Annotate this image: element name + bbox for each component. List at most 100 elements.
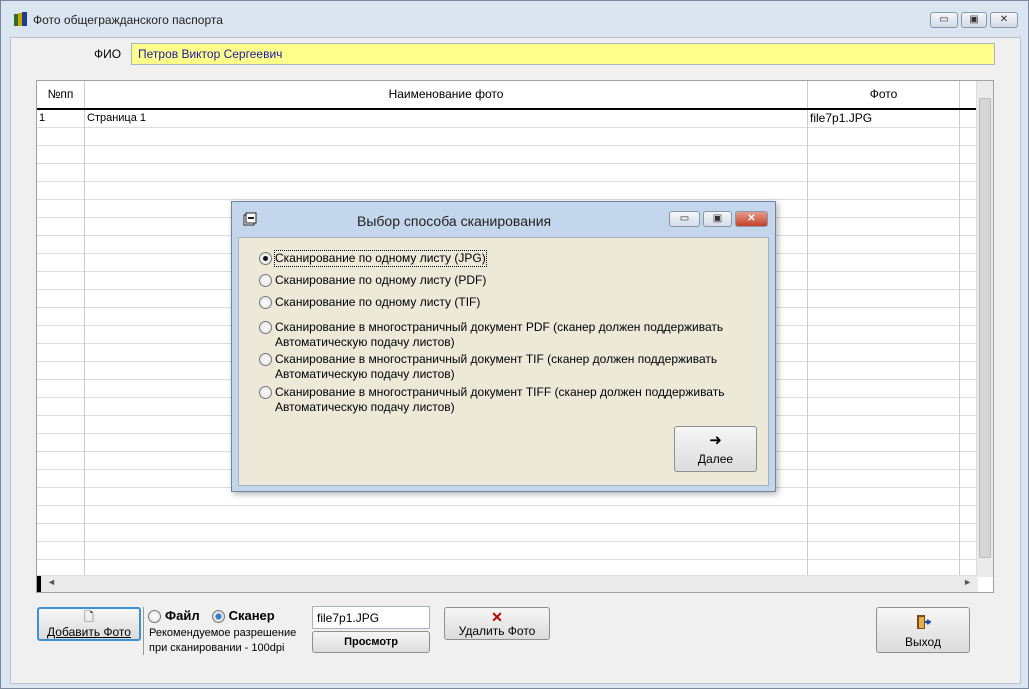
cell-num[interactable] [37,416,85,434]
cell-num[interactable] [37,542,85,560]
view-button[interactable]: Просмотр [312,631,430,653]
maximize-button[interactable]: ▣ [961,12,987,28]
cell-num[interactable] [37,308,85,326]
table-row[interactable] [37,524,978,542]
cell-name[interactable] [85,164,808,182]
cell-num[interactable] [37,254,85,272]
table-row[interactable] [37,506,978,524]
cell-num[interactable] [37,290,85,308]
column-header-name[interactable]: Наименование фото [85,81,808,108]
column-header-photo[interactable]: Фото [808,81,960,108]
dialog-close-button[interactable]: ✕ [735,211,768,227]
table-row[interactable] [37,164,978,182]
cell-name[interactable] [85,146,808,164]
cell-photo[interactable] [808,218,960,236]
cell-num[interactable] [37,470,85,488]
radio-button[interactable] [259,252,272,265]
scan-option-label[interactable]: Сканирование по одному листу (TIF) [275,295,745,310]
cell-num[interactable] [37,398,85,416]
cell-num[interactable] [37,218,85,236]
cell-photo[interactable] [808,380,960,398]
cell-photo[interactable] [808,434,960,452]
cell-photo[interactable] [808,272,960,290]
next-button[interactable]: ➜ Далее [674,426,757,472]
cell-name[interactable] [85,128,808,146]
cell-photo[interactable] [808,326,960,344]
cell-num[interactable] [37,200,85,218]
horizontal-scrollbar[interactable]: ◄ ► [37,575,978,592]
vertical-scrollbar[interactable] [976,81,993,577]
radio-file-label[interactable]: Файл [165,608,200,623]
cell-photo[interactable]: file7p1.JPG [808,110,960,128]
cell-num[interactable] [37,344,85,362]
cell-num[interactable] [37,362,85,380]
table-row[interactable] [37,128,978,146]
cell-photo[interactable] [808,308,960,326]
dialog-minimize-button[interactable]: ▭ [669,211,700,227]
cell-num[interactable]: 1 [37,110,85,128]
cell-photo[interactable] [808,398,960,416]
cell-photo[interactable] [808,254,960,272]
cell-photo[interactable] [808,344,960,362]
cell-name[interactable] [85,182,808,200]
cell-num[interactable] [37,146,85,164]
scan-option-label[interactable]: Сканирование по одному листу (JPG) [274,250,487,267]
table-row[interactable] [37,542,978,560]
cell-photo[interactable] [808,290,960,308]
cell-photo[interactable] [808,488,960,506]
scan-option-3[interactable]: Сканирование по одному листу (TIF) [259,295,745,310]
cell-num[interactable] [37,236,85,254]
cell-num[interactable] [37,128,85,146]
cell-num[interactable] [37,272,85,290]
cell-num[interactable] [37,488,85,506]
cell-name[interactable]: Страница 1 [85,110,808,128]
cell-num[interactable] [37,452,85,470]
table-row[interactable]: 1 Страница 1 file7p1.JPG [37,110,978,128]
radio-button[interactable] [259,386,272,399]
scan-option-6[interactable]: Сканирование в многостраничный документ … [259,385,745,415]
cell-photo[interactable] [808,182,960,200]
cell-photo[interactable] [808,452,960,470]
cell-photo[interactable] [808,542,960,560]
cell-num[interactable] [37,326,85,344]
cell-photo[interactable] [808,200,960,218]
radio-file[interactable] [148,609,161,623]
close-button[interactable]: ✕ [990,12,1018,28]
table-row[interactable] [37,146,978,164]
cell-photo[interactable] [808,362,960,380]
radio-scanner[interactable] [211,609,225,623]
add-photo-button[interactable]: 🗋 Добавить Фото [37,607,141,641]
cell-photo[interactable] [808,146,960,164]
radio-button[interactable] [259,353,272,366]
cell-photo[interactable] [808,470,960,488]
cell-num[interactable] [37,380,85,398]
column-header-num[interactable]: №пп [37,81,85,108]
scan-option-label[interactable]: Сканирование в многостраничный документ … [275,320,745,350]
scan-option-1[interactable]: Сканирование по одному листу (JPG) [259,250,487,267]
cell-num[interactable] [37,506,85,524]
scan-option-label[interactable]: Сканирование в многостраничный документ … [275,385,745,415]
table-row[interactable] [37,182,978,200]
fio-field[interactable]: Петров Виктор Сергеевич [131,43,995,65]
cell-num[interactable] [37,434,85,452]
cell-num[interactable] [37,182,85,200]
scan-option-4[interactable]: Сканирование в многостраничный документ … [259,320,745,350]
cell-photo[interactable] [808,416,960,434]
radio-button[interactable] [259,296,272,309]
cell-photo[interactable] [808,164,960,182]
cell-name[interactable] [85,524,808,542]
radio-button[interactable] [259,321,272,334]
cell-photo[interactable] [808,128,960,146]
minimize-button[interactable]: ▭ [930,12,958,28]
cell-photo[interactable] [808,236,960,254]
cell-photo[interactable] [808,506,960,524]
cell-num[interactable] [37,524,85,542]
cell-name[interactable] [85,542,808,560]
exit-button[interactable]: Выход [876,607,970,653]
cell-photo[interactable] [808,524,960,542]
radio-scanner-label[interactable]: Сканер [229,608,275,623]
cell-name[interactable] [85,506,808,524]
cell-num[interactable] [37,164,85,182]
scan-option-label[interactable]: Сканирование по одному листу (PDF) [275,273,745,288]
dialog-maximize-button[interactable]: ▣ [703,211,732,227]
